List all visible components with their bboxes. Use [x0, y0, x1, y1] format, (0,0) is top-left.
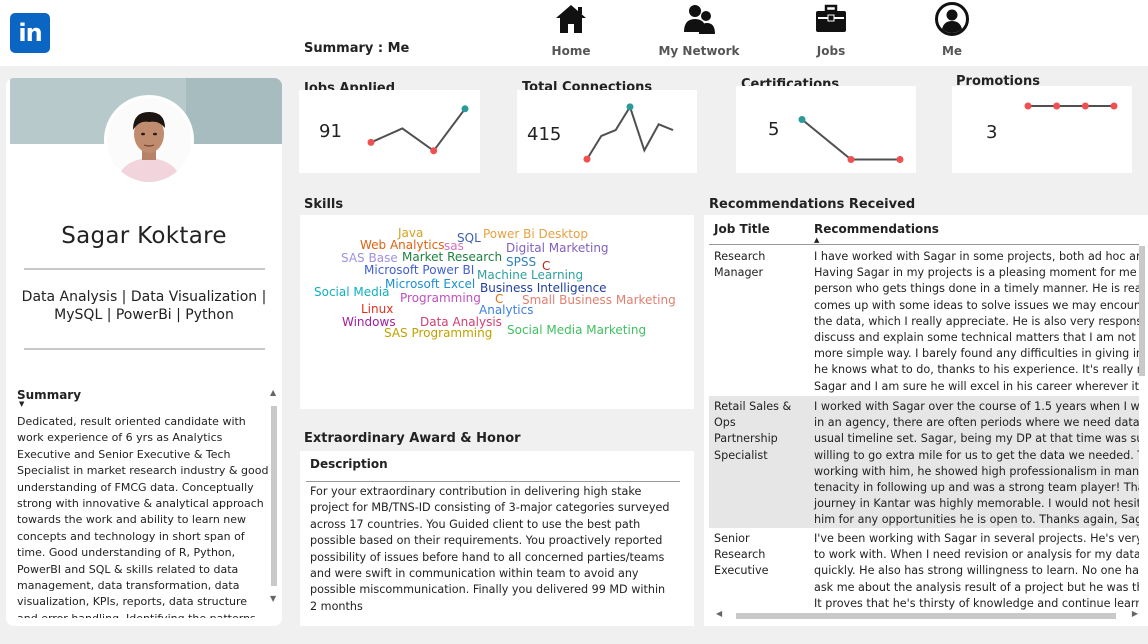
trend-line: [801, 118, 900, 161]
sort-descending-icon[interactable]: ▼: [19, 400, 24, 408]
scrollbar-thumb[interactable]: [1139, 246, 1145, 376]
recommendations-horizontal-scrollbar[interactable]: ◀ ▶: [716, 609, 1138, 621]
kpi-card-total-connections: 415: [517, 90, 697, 173]
skill-word[interactable]: Microsoft Power BI: [364, 263, 474, 277]
divider: [24, 348, 265, 350]
skill-word[interactable]: Programming: [400, 291, 481, 305]
trend-marker: [798, 116, 806, 123]
skill-word[interactable]: Power Bi Desktop: [483, 227, 588, 241]
profile-name: Sagar Koktare: [61, 223, 227, 249]
kpi-value: 3: [986, 122, 998, 143]
summary-scrollbar[interactable]: ▲ ▼: [270, 388, 278, 606]
profile-cover-accent: [186, 78, 282, 144]
trend-marker: [1024, 102, 1032, 110]
award-description: For your extraordinary contribution in d…: [310, 485, 670, 613]
trend-line: [370, 108, 466, 153]
nav-home[interactable]: Home: [521, 2, 621, 58]
skills-word-cloud: Java SQL Power Bi Desktop Web Analytics …: [300, 215, 694, 409]
kpi-value: 5: [768, 119, 780, 140]
scrollbar-thumb[interactable]: [736, 613, 1116, 619]
table-row[interactable]: Research Manager I have worked with Saga…: [709, 246, 1139, 396]
skill-word[interactable]: Social Media Marketing: [507, 323, 646, 337]
trend-marker: [367, 138, 375, 146]
skill-word[interactable]: Machine Learning: [477, 268, 583, 282]
trend-marker: [1081, 102, 1089, 110]
skill-word[interactable]: Social Media: [314, 285, 389, 299]
recommendation-cell: I have worked with Sagar in some project…: [814, 250, 1139, 393]
home-icon: [556, 5, 586, 33]
page-title: Summary : Me: [304, 41, 410, 56]
profile-headline: Data Analysis | Data Visualization | MyS…: [21, 289, 267, 323]
user-icon: [935, 2, 969, 36]
top-bar: in Summary : Me Home My Network Jobs Me: [0, 0, 1148, 66]
kpi-card-certifications: 5: [736, 86, 916, 173]
jobs-applied-sparkline: [367, 105, 469, 155]
skill-word[interactable]: Linux: [361, 302, 393, 316]
sort-ascending-icon[interactable]: ▲: [814, 236, 819, 244]
trend-marker: [847, 156, 855, 163]
total-connections-sparkline: [583, 103, 674, 163]
skill-word[interactable]: Digital Marketing: [506, 241, 609, 255]
skill-word[interactable]: Small Business Marketing: [522, 293, 676, 307]
promotions-sparkline: [1024, 102, 1118, 110]
divider: [709, 244, 1139, 245]
recommendations-heading: Recommendations Received: [709, 197, 916, 212]
divider: [306, 481, 680, 482]
skill-word[interactable]: Microsoft Excel: [385, 277, 475, 291]
profile-card: Sagar Koktare Data Analysis | Data Visua…: [6, 78, 282, 626]
trend-line: [586, 104, 674, 160]
trend-marker: [583, 155, 591, 163]
kpi-card-promotions: 3: [952, 86, 1132, 173]
nav-me[interactable]: Me: [902, 2, 1002, 58]
network-icon: [684, 5, 715, 34]
divider: [24, 268, 265, 270]
nav-my-network-label: My Network: [658, 44, 740, 58]
nav-home-label: Home: [551, 44, 591, 58]
skills-heading: Skills: [304, 197, 344, 212]
skill-word[interactable]: SPSS: [506, 255, 536, 269]
avatar: [104, 95, 194, 185]
nav-me-label: Me: [941, 44, 963, 58]
kpi-value: 415: [527, 124, 562, 145]
recommendation-cell: I've been working with Sagar in several …: [814, 532, 1139, 610]
skill-word[interactable]: Market Research: [402, 250, 502, 264]
job-title-cell: Retail Sales & Ops Partnership Specialis…: [714, 400, 792, 462]
recommendation-cell: I worked with Sagar over the course of 1…: [814, 400, 1139, 527]
trend-marker: [461, 105, 469, 113]
skill-word[interactable]: SAS Programming: [384, 326, 492, 340]
linkedin-logo[interactable]: in: [10, 13, 50, 53]
scroll-up-icon[interactable]: ▲: [270, 388, 276, 397]
trend-marker: [626, 103, 634, 111]
trend-marker: [430, 147, 438, 155]
scroll-left-icon[interactable]: ◀: [716, 609, 722, 618]
nav-jobs-label: Jobs: [816, 44, 846, 58]
briefcase-icon: [816, 4, 846, 32]
recommendations-vertical-scrollbar[interactable]: [1137, 228, 1147, 608]
award-column-header[interactable]: Description: [310, 457, 388, 471]
trend-marker: [896, 156, 904, 163]
trend-marker: [1053, 102, 1061, 110]
summary-heading[interactable]: Summary: [17, 388, 81, 402]
trend-marker: [1110, 102, 1118, 110]
job-title-cell: Senior Research Executive: [714, 532, 769, 578]
scroll-down-icon[interactable]: ▼: [270, 594, 276, 603]
kpi-card-jobs-applied: 91: [299, 90, 480, 173]
scrollbar-thumb[interactable]: [271, 406, 277, 586]
certifications-sparkline: [798, 116, 904, 163]
kpi-value: 91: [319, 121, 342, 142]
table-row[interactable]: Senior Research Executive I've been work…: [709, 528, 1139, 610]
award-heading: Extraordinary Award & Honor: [304, 431, 521, 446]
scroll-right-icon[interactable]: ▶: [1132, 609, 1138, 618]
column-header-job-title[interactable]: Job Title: [714, 222, 770, 236]
nav-my-network[interactable]: My Network: [649, 2, 749, 58]
column-header-recommendations[interactable]: Recommendations: [814, 222, 939, 236]
nav-jobs[interactable]: Jobs: [781, 2, 881, 58]
table-row[interactable]: Retail Sales & Ops Partnership Specialis…: [709, 396, 1139, 528]
summary-text: Dedicated, result oriented candidate wit…: [17, 415, 269, 618]
job-title-cell: Research Manager: [714, 250, 766, 280]
